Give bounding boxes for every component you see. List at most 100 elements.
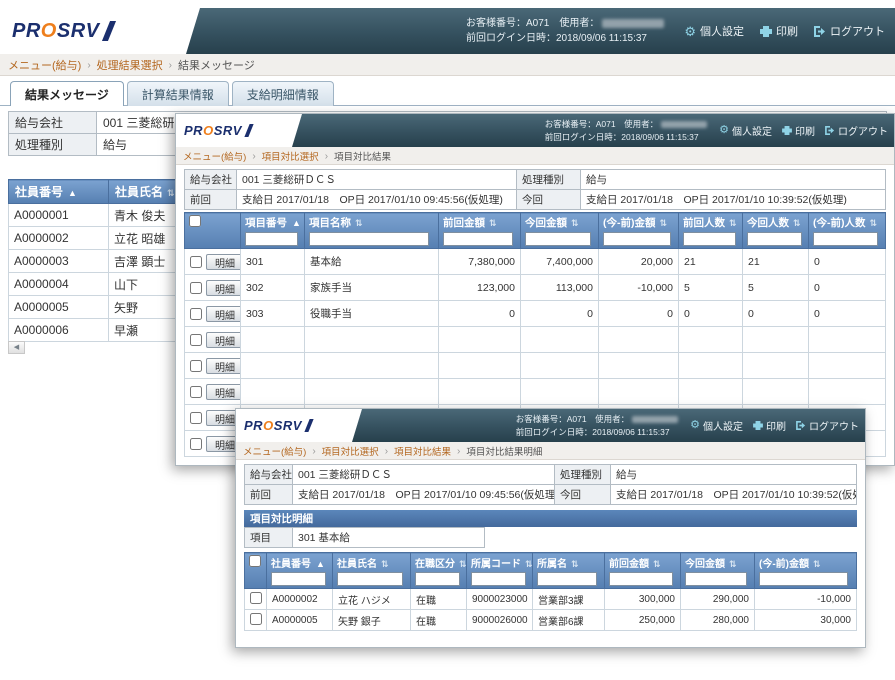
- customer-info: お客様番号：A071 使用者： 前回ログイン日時：2018/09/06 11:1…: [516, 409, 678, 442]
- breadcrumb-item-compare-select[interactable]: 項目対比選択: [262, 149, 319, 163]
- header-actions: ⚙個人設定 印刷 ログアウト: [678, 8, 895, 54]
- breadcrumb-item-compare-select[interactable]: 項目対比選択: [322, 444, 379, 458]
- col-header-curr-count[interactable]: 今回人数⇅: [743, 213, 809, 249]
- col-header-department-name[interactable]: 所属名⇅: [533, 553, 605, 589]
- filter-input[interactable]: [813, 232, 878, 246]
- col-header-diff-count[interactable]: (今-前)人数⇅: [809, 213, 886, 249]
- col-header-prev-count[interactable]: 前回人数⇅: [679, 213, 743, 249]
- personal-settings-button[interactable]: ⚙個人設定: [690, 418, 743, 433]
- cell-item-name: 役職手当: [305, 301, 439, 327]
- breadcrumb-process-result-select[interactable]: 処理結果選択: [97, 57, 163, 73]
- table-row[interactable]: 明細 301 基本給 7,380,000 7,400,000 20,000 21…: [185, 249, 886, 275]
- col-header-employee-id[interactable]: 社員番号▲: [267, 553, 333, 589]
- breadcrumb-menu[interactable]: メニュー(給与): [8, 57, 81, 73]
- filter-input[interactable]: [415, 572, 460, 586]
- row-checkbox[interactable]: [190, 334, 202, 346]
- breadcrumb-menu[interactable]: メニュー(給与): [183, 149, 246, 163]
- col-header-prev-amount[interactable]: 前回金額⇅: [605, 553, 681, 589]
- company-value: 001 三菱総研ＤＣＳ: [237, 170, 517, 190]
- filter-input[interactable]: [443, 232, 513, 246]
- tab-result-message[interactable]: 結果メッセージ: [10, 81, 124, 106]
- table-row[interactable]: 明細 303 役職手当 0 0 0 0 0 0: [185, 301, 886, 327]
- prosrv-logo[interactable]: PROSRV: [236, 409, 352, 442]
- filter-input[interactable]: [271, 572, 326, 586]
- row-checkbox[interactable]: [250, 592, 262, 604]
- cell-department-code: 9000026000: [467, 610, 533, 631]
- cell-employee-id: A0000002: [9, 227, 109, 250]
- row-checkbox[interactable]: [190, 438, 202, 450]
- logo-text: PROSRV: [244, 418, 302, 433]
- row-checkbox[interactable]: [190, 282, 202, 294]
- detail-button[interactable]: 明細: [206, 280, 241, 296]
- detail-button[interactable]: 明細: [206, 358, 241, 374]
- detail-button[interactable]: 明細: [206, 306, 241, 322]
- table-row[interactable]: 明細: [185, 379, 886, 405]
- print-button[interactable]: 印刷: [782, 123, 815, 138]
- logout-icon: [825, 126, 835, 135]
- filter-input[interactable]: [309, 232, 429, 246]
- breadcrumb-current: 項目対比結果: [334, 149, 391, 163]
- row-checkbox[interactable]: [190, 360, 202, 372]
- select-all-checkbox[interactable]: [189, 215, 201, 227]
- table-row[interactable]: A0000005 矢野 銀子 在職 9000026000 営業部6課 250,0…: [245, 610, 857, 631]
- filter-input[interactable]: [685, 572, 747, 586]
- filter-input[interactable]: [471, 572, 526, 586]
- col-header-item-name[interactable]: 項目名称⇅: [305, 213, 439, 249]
- row-checkbox[interactable]: [190, 412, 202, 424]
- detail-button[interactable]: 明細: [206, 254, 241, 270]
- col-header-curr-amount[interactable]: 今回金額⇅: [521, 213, 599, 249]
- cell-prev-amount: 7,380,000: [439, 249, 521, 275]
- row-checkbox[interactable]: [190, 256, 202, 268]
- print-button[interactable]: 印刷: [753, 418, 786, 433]
- table-row[interactable]: A0000002 立花 ハジメ 在職 9000023000 営業部3課 300,…: [245, 589, 857, 610]
- filter-input[interactable]: [683, 232, 736, 246]
- print-button[interactable]: 印刷: [760, 23, 798, 39]
- row-checkbox[interactable]: [190, 308, 202, 320]
- detail-button[interactable]: 明細: [206, 384, 241, 400]
- header-actions: ⚙個人設定 印刷 ログアウト: [715, 114, 894, 147]
- filter-input[interactable]: [609, 572, 673, 586]
- filter-input[interactable]: [525, 232, 591, 246]
- table-row[interactable]: 明細: [185, 327, 886, 353]
- col-header-department-code[interactable]: 所属コード⇅: [467, 553, 533, 589]
- tab-payment-detail-info[interactable]: 支給明細情報: [232, 81, 334, 106]
- col-header-employee-name[interactable]: 社員氏名⇅: [333, 553, 411, 589]
- row-checkbox[interactable]: [190, 386, 202, 398]
- filter-input[interactable]: [537, 572, 597, 586]
- filter-input[interactable]: [747, 232, 802, 246]
- logout-button[interactable]: ログアウト: [825, 123, 888, 138]
- printer-icon: [753, 421, 763, 430]
- logout-button[interactable]: ログアウト: [814, 23, 885, 39]
- cell-item-name: 基本給: [305, 249, 439, 275]
- col-header-item-number[interactable]: 項目番号▲: [241, 213, 305, 249]
- tab-calc-result-info[interactable]: 計算結果情報: [127, 81, 229, 106]
- filter-input[interactable]: [337, 572, 403, 586]
- cell-curr-count: 21: [743, 249, 809, 275]
- prosrv-logo[interactable]: PROSRV: [0, 8, 186, 54]
- logout-icon: [796, 421, 806, 430]
- col-header-curr-amount[interactable]: 今回金額⇅: [681, 553, 755, 589]
- table-row[interactable]: 明細 302 家族手当 123,000 113,000 -10,000 5 5 …: [185, 275, 886, 301]
- col-header-diff-amount[interactable]: (今-前)金額⇅: [755, 553, 857, 589]
- filter-input[interactable]: [245, 232, 298, 246]
- breadcrumb-menu[interactable]: メニュー(給与): [243, 444, 306, 458]
- breadcrumb-item-compare-result[interactable]: 項目対比結果: [394, 444, 451, 458]
- filter-input[interactable]: [603, 232, 671, 246]
- personal-settings-button[interactable]: ⚙個人設定: [684, 23, 744, 39]
- table-row[interactable]: 明細: [185, 353, 886, 379]
- detail-button[interactable]: 明細: [206, 332, 241, 348]
- filter-input[interactable]: [759, 572, 848, 586]
- horizontal-scrollbar[interactable]: ◀: [8, 341, 25, 354]
- current-value: 支給日 2017/01/18 OP日 2017/01/10 10:39:52(仮…: [581, 190, 886, 210]
- select-all-checkbox[interactable]: [249, 555, 261, 567]
- col-header-diff-amount[interactable]: (今-前)金額⇅: [599, 213, 679, 249]
- col-header-employment-status[interactable]: 在職区分⇅: [411, 553, 467, 589]
- col-header-prev-amount[interactable]: 前回金額⇅: [439, 213, 521, 249]
- cell-employee-name: 矢野 銀子: [333, 610, 411, 631]
- personal-settings-button[interactable]: ⚙個人設定: [719, 123, 772, 138]
- logout-button[interactable]: ログアウト: [796, 418, 859, 433]
- prosrv-logo[interactable]: PROSRV: [176, 114, 292, 147]
- header-actions: ⚙個人設定 印刷 ログアウト: [686, 409, 865, 442]
- row-checkbox[interactable]: [250, 613, 262, 625]
- col-header-employee-id[interactable]: 社員番号▲: [9, 180, 109, 204]
